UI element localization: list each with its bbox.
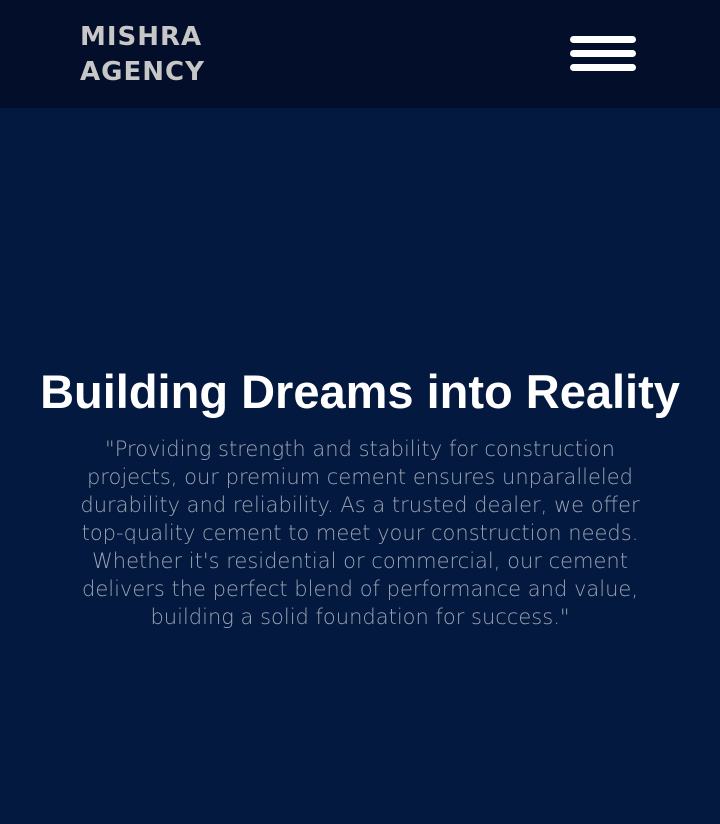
brand-logo[interactable]: MISHRA AGENCY <box>80 20 205 90</box>
hamburger-menu-icon[interactable] <box>568 34 638 74</box>
menu-bar <box>570 50 636 57</box>
hero-section: Building Dreams into Reality "Providing … <box>0 108 720 824</box>
logo-line-2: AGENCY <box>80 57 205 87</box>
site-header: MISHRA AGENCY <box>0 0 720 108</box>
menu-bar <box>570 36 636 43</box>
logo-line-1: MISHRA <box>80 22 203 52</box>
hero-description: "Providing strength and stability for co… <box>80 437 640 629</box>
hero-title: Building Dreams into Reality <box>40 365 680 418</box>
menu-bar <box>570 64 636 71</box>
